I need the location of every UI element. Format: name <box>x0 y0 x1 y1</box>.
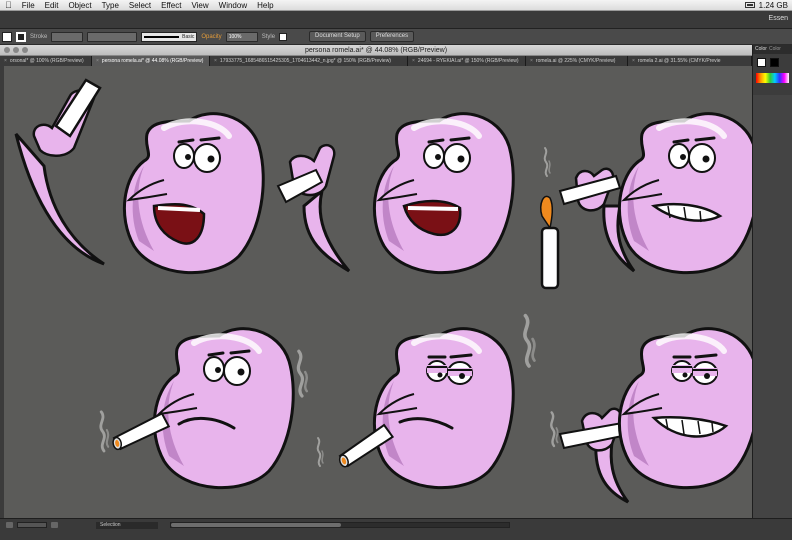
character-3[interactable] <box>539 114 752 290</box>
artboard-canvas[interactable] <box>4 66 752 518</box>
character-1[interactable] <box>14 78 263 273</box>
character-2[interactable] <box>276 114 513 273</box>
close-icon[interactable]: × <box>4 56 7 66</box>
menu-object[interactable]: Object <box>63 0 96 11</box>
variable-width-dropdown[interactable] <box>87 31 138 42</box>
status-bar: Selection <box>0 518 792 540</box>
close-icon[interactable]: × <box>530 56 533 66</box>
document-title-bar: persona romela.ai* @ 44.08% (RGB/Preview… <box>0 45 752 56</box>
close-icon[interactable]: × <box>632 56 635 66</box>
color-panel: Color Color <box>752 45 792 95</box>
tab-document-3[interactable]: × 17933775_1685486515425305_1704613442_n.… <box>210 56 408 66</box>
menu-effect[interactable]: Effect <box>156 0 186 11</box>
workspace-switcher[interactable]: Essen <box>769 15 788 22</box>
brush-dropdown[interactable]: Basic <box>141 31 198 42</box>
stroke-swatch-icon[interactable] <box>16 31 26 42</box>
fill-stroke-swap-icon[interactable] <box>757 58 766 67</box>
horizontal-scrollbar[interactable] <box>170 522 510 528</box>
artboard-number-field[interactable] <box>17 522 47 528</box>
memory-status: 1.24 GB <box>758 0 788 10</box>
document-tabs: × orsonal* @ 100% (RGB/Preview) × persona … <box>0 56 752 66</box>
menu-view[interactable]: View <box>186 0 213 11</box>
menu-help[interactable]: Help <box>252 0 278 11</box>
tab-color[interactable]: Color <box>755 45 767 54</box>
artboard-navigation <box>6 522 58 528</box>
close-icon[interactable]: × <box>412 56 415 66</box>
stroke-weight-field[interactable] <box>51 31 84 42</box>
next-artboard-icon[interactable] <box>51 522 58 528</box>
tab-color-guide[interactable]: Color <box>769 45 781 54</box>
opacity-label[interactable]: Opacity <box>201 34 221 40</box>
menu-window[interactable]: Window <box>214 0 252 11</box>
close-icon[interactable]: × <box>214 56 217 66</box>
menu-select[interactable]: Select <box>124 0 156 11</box>
tab-document-5[interactable]: × romela.ai @ 225% (CMYK/Preview) <box>526 56 628 66</box>
character-6[interactable] <box>523 313 752 504</box>
application-bar: Essen <box>0 11 792 29</box>
menu-type[interactable]: Type <box>97 0 124 11</box>
window-controls[interactable] <box>4 47 28 53</box>
prev-artboard-icon[interactable] <box>6 522 13 528</box>
style-label: Style <box>261 33 276 40</box>
menu-edit[interactable]: Edit <box>40 0 64 11</box>
illustration-artwork[interactable] <box>4 66 752 518</box>
menu-bar:  File Edit Object Type Select Effect Vi… <box>0 0 792 11</box>
tab-document-6[interactable]: × romela 2.ai @ 31.55% (CMYK/Previe <box>628 56 752 66</box>
document-title: persona romela.ai* @ 44.08% (RGB/Preview… <box>304 47 448 54</box>
preferences-button[interactable]: Preferences <box>369 31 415 42</box>
menu-file[interactable]: File <box>17 0 40 11</box>
character-5[interactable] <box>296 329 513 488</box>
opacity-field[interactable]: 100% <box>225 31 258 42</box>
close-icon[interactable]: × <box>96 56 99 66</box>
stroke-label: Stroke <box>30 33 48 40</box>
stroke-color-swatch[interactable] <box>770 58 779 67</box>
color-spectrum-ramp[interactable] <box>756 73 789 83</box>
battery-icon <box>744 2 755 8</box>
illustrator-window:  File Edit Object Type Select Effect Vi… <box>0 0 792 540</box>
status-mode[interactable]: Selection <box>96 522 158 529</box>
fill-swatch-icon[interactable] <box>2 31 12 42</box>
fill-stroke-swatches <box>753 54 792 71</box>
menu-bar-status: 1.24 GB <box>744 0 792 10</box>
color-panel-tabs: Color Color <box>753 45 792 54</box>
tab-document-2[interactable]: × persona romela.ai* @ 44.08% (RGB/Previe… <box>92 56 210 66</box>
document-setup-button[interactable]: Document Setup <box>309 31 366 42</box>
character-4[interactable] <box>99 329 293 488</box>
control-bar: Stroke Basic Opacity 100% Style Document… <box>0 29 792 45</box>
apple-icon[interactable]:  <box>0 0 17 11</box>
tab-document-4[interactable]: × 24694 - RYEKIAI.ai* @ 150% (RGB/Preview… <box>408 56 526 66</box>
scrollbar-thumb[interactable] <box>171 523 341 527</box>
panel-dock <box>752 95 792 518</box>
style-swatch[interactable] <box>279 32 288 41</box>
tab-document-1[interactable]: × orsonal* @ 100% (RGB/Preview) <box>0 56 92 66</box>
